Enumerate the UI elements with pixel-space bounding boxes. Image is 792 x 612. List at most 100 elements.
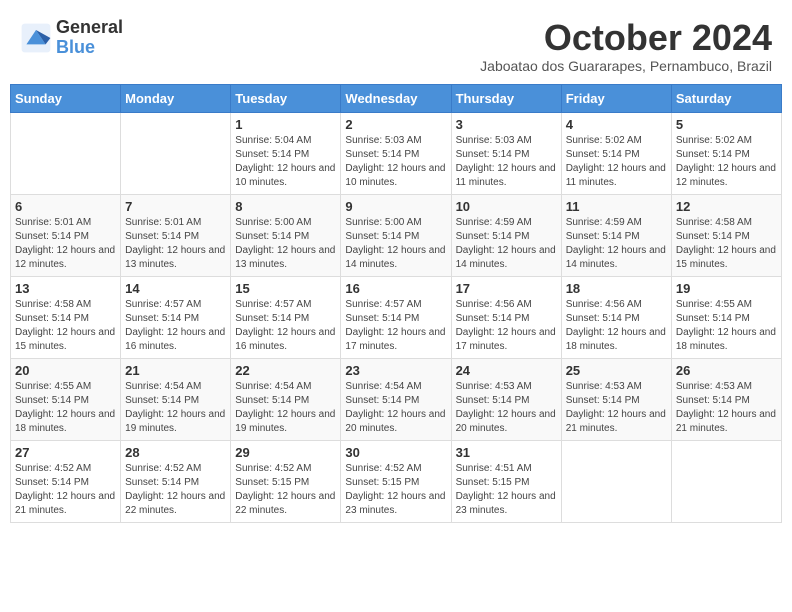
day-number: 2	[345, 117, 446, 132]
calendar-cell: 31Sunrise: 4:51 AM Sunset: 5:15 PM Dayli…	[451, 440, 561, 522]
calendar-cell: 8 Sunrise: 5:00 AM Sunset: 5:14 PM Daylig…	[231, 194, 341, 276]
day-number: 20	[15, 363, 116, 378]
calendar-cell: 9 Sunrise: 5:00 AM Sunset: 5:14 PM Daylig…	[341, 194, 451, 276]
day-info: Sunrise: 4:56 AM Sunset: 5:14 PM Dayligh…	[566, 298, 667, 354]
day-info: Sunrise: 5:02 AM Sunset: 5:14 PM Dayligh…	[676, 134, 777, 190]
day-number: 17	[456, 281, 557, 296]
day-number: 11	[566, 199, 667, 214]
day-number: 18	[566, 281, 667, 296]
calendar-header-wednesday: Wednesday	[341, 84, 451, 112]
day-info: Sunrise: 4:52 AM Sunset: 5:14 PM Dayligh…	[15, 462, 116, 518]
calendar-header-saturday: Saturday	[671, 84, 781, 112]
day-info: Sunrise: 4:57 AM Sunset: 5:14 PM Dayligh…	[345, 298, 446, 354]
calendar-cell: 15 Sunrise: 4:57 AM Sunset: 5:14 PM Dayli…	[231, 276, 341, 358]
calendar-cell: 10 Sunrise: 4:59 AM Sunset: 5:14 PM Dayli…	[451, 194, 561, 276]
calendar-cell: 14Sunrise: 4:57 AM Sunset: 5:14 PM Dayli…	[121, 276, 231, 358]
day-info: Sunrise: 4:59 AM Sunset: 5:14 PM Dayligh…	[456, 216, 557, 272]
calendar-cell: 18 Sunrise: 4:56 AM Sunset: 5:14 PM Dayli…	[561, 276, 671, 358]
day-info: Sunrise: 4:52 AM Sunset: 5:14 PM Dayligh…	[125, 462, 226, 518]
calendar-cell	[671, 440, 781, 522]
calendar-cell: 20 Sunrise: 4:55 AM Sunset: 5:14 PM Dayli…	[11, 358, 121, 440]
calendar-cell: 12Sunrise: 4:58 AM Sunset: 5:14 PM Dayli…	[671, 194, 781, 276]
day-number: 13	[15, 281, 116, 296]
day-info: Sunrise: 4:53 AM Sunset: 5:14 PM Dayligh…	[566, 380, 667, 436]
day-number: 9	[345, 199, 446, 214]
day-number: 22	[235, 363, 336, 378]
calendar-cell: 3 Sunrise: 5:03 AM Sunset: 5:14 PM Daylig…	[451, 112, 561, 194]
day-number: 16	[345, 281, 446, 296]
calendar-cell: 21Sunrise: 4:54 AM Sunset: 5:14 PM Dayli…	[121, 358, 231, 440]
day-info: Sunrise: 5:02 AM Sunset: 5:14 PM Dayligh…	[566, 134, 667, 190]
calendar-cell	[11, 112, 121, 194]
calendar-cell: 30 Sunrise: 4:52 AM Sunset: 5:15 PM Dayli…	[341, 440, 451, 522]
day-info: Sunrise: 5:04 AM Sunset: 5:14 PM Dayligh…	[235, 134, 336, 190]
day-info: Sunrise: 4:57 AM Sunset: 5:14 PM Dayligh…	[125, 298, 226, 354]
day-info: Sunrise: 4:59 AM Sunset: 5:14 PM Dayligh…	[566, 216, 667, 272]
day-info: Sunrise: 5:00 AM Sunset: 5:14 PM Dayligh…	[345, 216, 446, 272]
calendar-header-tuesday: Tuesday	[231, 84, 341, 112]
day-number: 27	[15, 445, 116, 460]
day-number: 12	[676, 199, 777, 214]
calendar-cell	[121, 112, 231, 194]
day-number: 25	[566, 363, 667, 378]
calendar-cell: 22 Sunrise: 4:54 AM Sunset: 5:14 PM Dayli…	[231, 358, 341, 440]
calendar-cell: 7Sunrise: 5:01 AM Sunset: 5:14 PM Daylig…	[121, 194, 231, 276]
day-info: Sunrise: 4:55 AM Sunset: 5:14 PM Dayligh…	[15, 380, 116, 436]
page-header: General Blue October 2024 Jaboatao dos G…	[10, 10, 782, 78]
title-section: October 2024 Jaboatao dos Guararapes, Pe…	[480, 18, 772, 74]
calendar-cell: 28 Sunrise: 4:52 AM Sunset: 5:14 PM Dayli…	[121, 440, 231, 522]
calendar-cell: 24 Sunrise: 4:53 AM Sunset: 5:14 PM Dayli…	[451, 358, 561, 440]
day-info: Sunrise: 4:55 AM Sunset: 5:14 PM Dayligh…	[676, 298, 777, 354]
day-number: 1	[235, 117, 336, 132]
calendar-table: SundayMondayTuesdayWednesdayThursdayFrid…	[10, 84, 782, 523]
day-info: Sunrise: 4:54 AM Sunset: 5:14 PM Dayligh…	[235, 380, 336, 436]
subtitle: Jaboatao dos Guararapes, Pernambuco, Bra…	[480, 58, 772, 74]
logo-blue: Blue	[56, 38, 123, 58]
day-number: 26	[676, 363, 777, 378]
day-number: 8	[235, 199, 336, 214]
day-info: Sunrise: 4:54 AM Sunset: 5:14 PM Dayligh…	[125, 380, 226, 436]
calendar-cell: 17Sunrise: 4:56 AM Sunset: 5:14 PM Dayli…	[451, 276, 561, 358]
calendar-cell: 1 Sunrise: 5:04 AM Sunset: 5:14 PM Daylig…	[231, 112, 341, 194]
day-number: 3	[456, 117, 557, 132]
calendar-header-friday: Friday	[561, 84, 671, 112]
calendar-body: 1 Sunrise: 5:04 AM Sunset: 5:14 PM Daylig…	[11, 112, 782, 522]
day-number: 15	[235, 281, 336, 296]
day-info: Sunrise: 4:53 AM Sunset: 5:14 PM Dayligh…	[456, 380, 557, 436]
month-title: October 2024	[480, 18, 772, 58]
day-info: Sunrise: 5:03 AM Sunset: 5:14 PM Dayligh…	[456, 134, 557, 190]
calendar-header-row: SundayMondayTuesdayWednesdayThursdayFrid…	[11, 84, 782, 112]
day-number: 7	[125, 199, 226, 214]
day-info: Sunrise: 5:01 AM Sunset: 5:14 PM Dayligh…	[15, 216, 116, 272]
calendar-cell: 6 Sunrise: 5:01 AM Sunset: 5:14 PM Daylig…	[11, 194, 121, 276]
day-info: Sunrise: 5:00 AM Sunset: 5:14 PM Dayligh…	[235, 216, 336, 272]
calendar-week-5: 27 Sunrise: 4:52 AM Sunset: 5:14 PM Dayli…	[11, 440, 782, 522]
calendar-cell: 5 Sunrise: 5:02 AM Sunset: 5:14 PM Daylig…	[671, 112, 781, 194]
calendar-cell: 29Sunrise: 4:52 AM Sunset: 5:15 PM Dayli…	[231, 440, 341, 522]
logo-text: General Blue	[56, 18, 123, 58]
day-info: Sunrise: 4:58 AM Sunset: 5:14 PM Dayligh…	[15, 298, 116, 354]
logo-general: General	[56, 18, 123, 38]
day-info: Sunrise: 4:52 AM Sunset: 5:15 PM Dayligh…	[345, 462, 446, 518]
calendar-cell: 13 Sunrise: 4:58 AM Sunset: 5:14 PM Dayli…	[11, 276, 121, 358]
day-number: 6	[15, 199, 116, 214]
calendar-cell: 11 Sunrise: 4:59 AM Sunset: 5:14 PM Dayli…	[561, 194, 671, 276]
calendar-cell: 27 Sunrise: 4:52 AM Sunset: 5:14 PM Dayli…	[11, 440, 121, 522]
calendar-cell: 2Sunrise: 5:03 AM Sunset: 5:14 PM Daylig…	[341, 112, 451, 194]
logo-icon	[20, 22, 52, 54]
day-number: 24	[456, 363, 557, 378]
day-info: Sunrise: 4:57 AM Sunset: 5:14 PM Dayligh…	[235, 298, 336, 354]
calendar-header-monday: Monday	[121, 84, 231, 112]
day-number: 28	[125, 445, 226, 460]
day-number: 5	[676, 117, 777, 132]
day-number: 23	[345, 363, 446, 378]
calendar-cell: 16 Sunrise: 4:57 AM Sunset: 5:14 PM Dayli…	[341, 276, 451, 358]
calendar-cell: 25 Sunrise: 4:53 AM Sunset: 5:14 PM Dayli…	[561, 358, 671, 440]
day-number: 10	[456, 199, 557, 214]
day-number: 30	[345, 445, 446, 460]
logo: General Blue	[20, 18, 123, 58]
day-info: Sunrise: 4:52 AM Sunset: 5:15 PM Dayligh…	[235, 462, 336, 518]
day-info: Sunrise: 4:53 AM Sunset: 5:14 PM Dayligh…	[676, 380, 777, 436]
day-number: 31	[456, 445, 557, 460]
day-number: 19	[676, 281, 777, 296]
